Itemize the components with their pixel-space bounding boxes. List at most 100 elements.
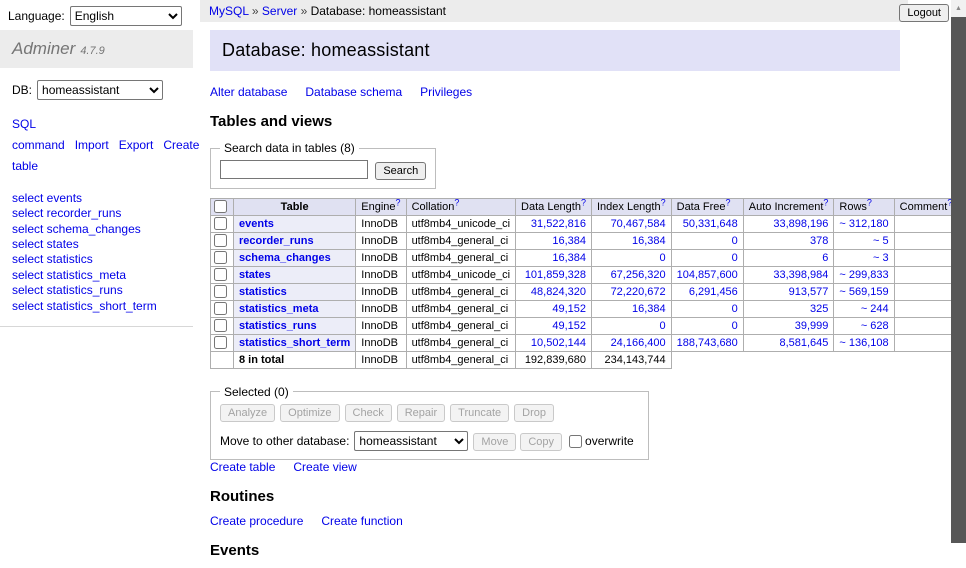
create-link[interactable]: Create table [210,460,275,474]
row-select-checkbox[interactable] [214,217,227,230]
row-select-checkbox[interactable] [214,336,227,349]
rows-estimate-link[interactable]: ~ 136,108 [839,337,888,349]
sidebar-table-link[interactable]: select statistics [12,252,181,267]
engine-cell: InnoDB [356,232,406,249]
data-free-link[interactable]: 6,291,456 [689,286,738,298]
table-name-link[interactable]: recorder_runs [239,235,314,247]
sidebar-table-link[interactable]: select statistics_meta [12,268,181,283]
routine-link[interactable]: Create function [321,514,402,528]
rows-estimate-link[interactable]: ~ 628 [861,320,889,332]
index-length-link[interactable]: 16,384 [632,235,666,247]
data-free-link[interactable]: 50,331,648 [683,218,738,230]
breadcrumb-link[interactable]: Server [262,4,297,18]
move-db-select[interactable]: homeassistant [354,431,468,451]
index-length-link[interactable]: 0 [660,252,666,264]
scroll-up-arrow-icon[interactable]: ▲ [951,0,966,17]
help-link[interactable]: ? [581,197,586,207]
create-link[interactable]: Create view [293,460,356,474]
help-link[interactable]: ? [726,197,731,207]
data-length-link[interactable]: 16,384 [552,252,586,264]
data-length-link[interactable]: 49,152 [552,320,586,332]
auto-increment-link[interactable]: 325 [810,303,828,315]
select-all-checkbox[interactable] [214,200,227,213]
table-name-link[interactable]: states [239,269,271,281]
rows-estimate-link[interactable]: ~ 5 [873,235,889,247]
row-select-checkbox[interactable] [214,319,227,332]
auto-increment-link[interactable]: 6 [822,252,828,264]
help-link[interactable]: ? [867,197,872,207]
table-name-link[interactable]: statistics_short_term [239,337,350,349]
overwrite-checkbox[interactable] [569,435,582,448]
db-action-link[interactable]: Alter database [210,85,287,99]
row-select-checkbox[interactable] [214,285,227,298]
data-free-link[interactable]: 0 [732,320,738,332]
data-length-link[interactable]: 31,522,816 [531,218,586,230]
help-link[interactable]: ? [661,197,666,207]
auto-increment-link[interactable]: 39,999 [795,320,829,332]
index-length-link[interactable]: 24,166,400 [611,337,666,349]
column-header: Rows? [834,198,894,215]
scrollbar-thumb[interactable] [951,17,966,543]
db-action-link[interactable]: Privileges [420,85,472,99]
app-name-link[interactable]: Adminer [12,39,75,58]
table-name-link[interactable]: schema_changes [239,252,331,264]
row-select-checkbox[interactable] [214,268,227,281]
column-header: Auto Increment? [743,198,834,215]
breadcrumb-link[interactable]: MySQL [209,4,249,18]
sidebar-action-link[interactable]: Export [119,138,154,152]
data-length-link[interactable]: 10,502,144 [531,337,586,349]
sidebar-table-link[interactable]: select recorder_runs [12,206,181,221]
sidebar-table-link[interactable]: select states [12,237,181,252]
data-free-link[interactable]: 0 [732,303,738,315]
table-name-link[interactable]: statistics_meta [239,303,319,315]
db-action-link[interactable]: Database schema [305,85,402,99]
row-select-checkbox[interactable] [214,251,227,264]
sidebar-table-link[interactable]: select statistics_runs [12,283,181,298]
rows-estimate-link[interactable]: ~ 299,833 [839,269,888,281]
help-link[interactable]: ? [396,197,401,207]
sidebar-action-link[interactable]: Import [75,138,109,152]
index-length-link[interactable]: 70,467,584 [611,218,666,230]
rows-estimate-link[interactable]: ~ 3 [873,252,889,264]
data-free-link[interactable]: 0 [732,235,738,247]
row-select-checkbox[interactable] [214,302,227,315]
data-free-link[interactable]: 0 [732,252,738,264]
sidebar-action-link[interactable]: SQL command [12,117,65,152]
data-length-link[interactable]: 48,824,320 [531,286,586,298]
search-input[interactable] [220,160,368,179]
auto-increment-link[interactable]: 913,577 [789,286,829,298]
auto-increment-link[interactable]: 33,398,984 [773,269,828,281]
routine-link[interactable]: Create procedure [210,514,303,528]
row-select-checkbox[interactable] [214,234,227,247]
table-name-link[interactable]: statistics [239,286,287,298]
logout-button[interactable]: Logout [899,4,949,22]
scrollbar[interactable]: ▲ [951,0,966,543]
table-name-link[interactable]: statistics_runs [239,320,317,332]
sidebar-table-link[interactable]: select schema_changes [12,222,181,237]
rows-estimate-link[interactable]: ~ 569,159 [839,286,888,298]
data-length-link[interactable]: 49,152 [552,303,586,315]
index-length-link[interactable]: 16,384 [632,303,666,315]
table-name-link[interactable]: events [239,218,274,230]
sidebar-table-link[interactable]: select events [12,191,181,206]
help-link[interactable]: ? [454,197,459,207]
index-length-link[interactable]: 67,256,320 [611,269,666,281]
auto-increment-link[interactable]: 378 [810,235,828,247]
move-row: Move to other database:homeassistantMove… [220,431,639,451]
data-length-link[interactable]: 101,859,328 [525,269,586,281]
index-length-link[interactable]: 0 [660,320,666,332]
index-length-link[interactable]: 72,220,672 [611,286,666,298]
auto-increment-link[interactable]: 33,898,196 [773,218,828,230]
language-label: Language: [8,9,65,23]
rows-estimate-link[interactable]: ~ 244 [861,303,889,315]
help-link[interactable]: ? [823,197,828,207]
data-free-link[interactable]: 188,743,680 [677,337,738,349]
rows-estimate-link[interactable]: ~ 312,180 [839,218,888,230]
search-button[interactable]: Search [375,162,426,180]
data-free-link[interactable]: 104,857,600 [677,269,738,281]
auto-increment-link[interactable]: 8,581,645 [779,337,828,349]
language-select[interactable]: English [70,6,182,26]
data-length-link[interactable]: 16,384 [552,235,586,247]
sidebar-table-link[interactable]: select statistics_short_term [12,299,181,314]
db-select[interactable]: homeassistant [37,80,163,100]
